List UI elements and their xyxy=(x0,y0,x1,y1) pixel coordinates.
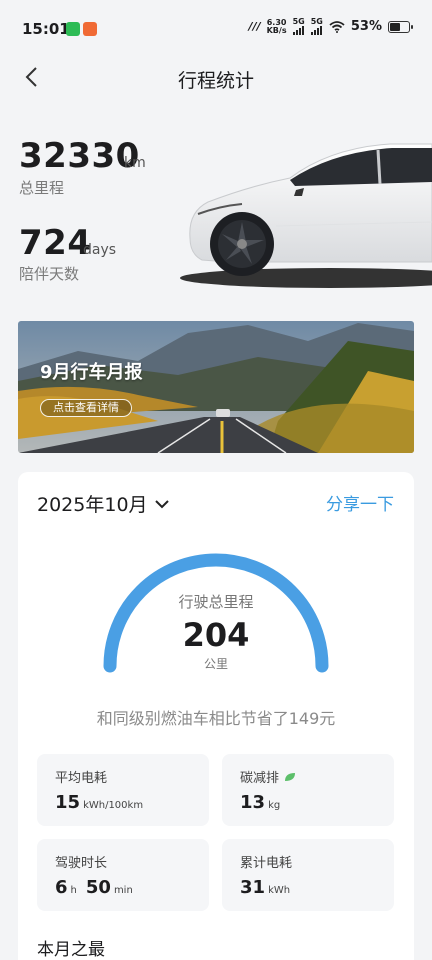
month-label: 2025年10月 xyxy=(37,494,148,516)
tile-value: 13 kg xyxy=(240,792,286,813)
tile-unit: kWh/100km xyxy=(83,800,144,811)
section-title: 本月之最 xyxy=(37,940,105,960)
wifi-icon xyxy=(329,20,345,33)
days-label: 陪伴天数 xyxy=(19,265,80,283)
signal-icon: 5G xyxy=(293,18,305,35)
driving-time-tile: 驾驶时长 6 h 50 min xyxy=(37,839,209,911)
report-card: 2025年10月 分享一下 行驶总里程 204 公里 和同级别燃油车相比节省了1… xyxy=(18,472,414,960)
header: 行程统计 xyxy=(0,58,432,98)
monthly-report-banner[interactable]: 9月行车月报 点击查看详情 xyxy=(18,321,414,453)
gauge-label: 行驶总里程 xyxy=(178,593,254,611)
total-consumption-tile: 累计电耗 31 kWh xyxy=(222,839,394,911)
car-image xyxy=(180,143,432,288)
page-title: 行程统计 xyxy=(177,70,254,92)
nfc-icon: /// xyxy=(248,20,261,33)
tile-value: 6 h 50 min xyxy=(55,877,139,898)
tile-value: 15 kWh/100km xyxy=(55,792,149,813)
saving-text: 和同级别燃油车相比节省了149元 xyxy=(96,709,336,728)
wechat-icon xyxy=(66,22,80,36)
signal-label: 5G xyxy=(292,17,305,26)
total-distance-value: 32330 xyxy=(19,136,140,176)
status-time: 15:01 xyxy=(22,20,70,38)
tile-unit: kg xyxy=(268,800,281,811)
avg-consumption-tile: 平均电耗 15 kWh/100km xyxy=(37,754,209,826)
days-unit: days xyxy=(83,242,117,258)
tile-label: 驾驶时长 xyxy=(55,856,108,871)
chevron-down-icon xyxy=(154,499,169,508)
signal-icon: 5G xyxy=(311,18,323,35)
battery-icon xyxy=(388,20,413,33)
status-bar: 15:01 /// 6.30 KB/s 5G 5G 53% xyxy=(0,0,432,58)
tile-unit: kWh xyxy=(268,885,291,896)
tile-number: 50 xyxy=(85,877,111,898)
total-distance-unit: km xyxy=(124,155,146,171)
app-icon xyxy=(83,22,97,36)
tile-label: 累计电耗 xyxy=(240,856,293,871)
battery-percent: 53% xyxy=(350,19,382,34)
tile-label: 平均电耗 xyxy=(55,771,108,786)
banner-background xyxy=(18,321,414,453)
carbon-reduction-tile: 碳减排 13 kg xyxy=(222,754,394,826)
tile-unit: min xyxy=(113,885,133,896)
speed-unit: KB/s xyxy=(266,25,287,35)
network-speed: 6.30 KB/s xyxy=(266,18,287,35)
share-button[interactable]: 分享一下 xyxy=(326,490,394,515)
signal-label: 5G xyxy=(310,17,323,26)
tile-number: 15 xyxy=(55,792,81,813)
banner-title: 9月行车月报 xyxy=(40,362,143,383)
gauge-value: 204 xyxy=(182,616,250,654)
tile-label-wrap: 碳减排 xyxy=(240,767,296,786)
tile-value: 31 kWh xyxy=(240,877,296,898)
banner-detail-button[interactable]: 点击查看详情 xyxy=(40,399,132,417)
month-selector[interactable]: 2025年10月 xyxy=(37,490,170,517)
tile-number: 6 xyxy=(55,877,68,898)
tile-number: 13 xyxy=(240,792,266,813)
total-distance-label: 总里程 xyxy=(19,179,65,197)
leaf-icon xyxy=(285,772,296,781)
gauge-unit: 公里 xyxy=(203,657,228,671)
days-value: 724 xyxy=(19,223,92,263)
tile-number: 31 xyxy=(240,877,266,898)
tile-label: 碳减排 xyxy=(240,771,280,786)
tile-unit: h xyxy=(70,885,77,896)
status-icons: /// 6.30 KB/s 5G 5G 53% xyxy=(248,18,413,35)
